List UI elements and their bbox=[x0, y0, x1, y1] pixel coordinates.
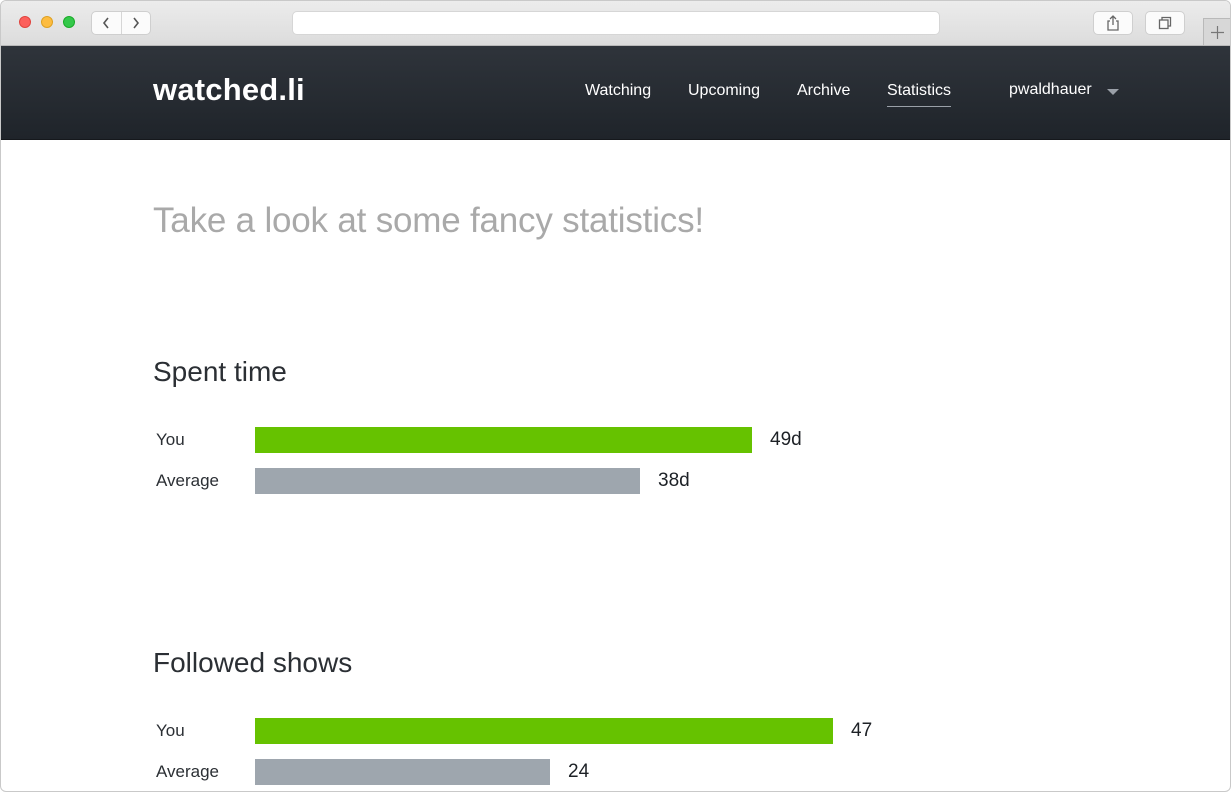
bar-value: 38d bbox=[658, 470, 690, 491]
bar-average bbox=[255, 759, 550, 785]
close-window-button[interactable] bbox=[19, 16, 31, 28]
bar-value: 49d bbox=[770, 429, 802, 450]
nav-watching[interactable]: Watching bbox=[585, 82, 651, 100]
nav-upcoming[interactable]: Upcoming bbox=[688, 82, 760, 100]
new-tab-button[interactable] bbox=[1203, 18, 1230, 45]
section-title-followed-shows: Followed shows bbox=[153, 647, 353, 678]
nav-archive[interactable]: Archive bbox=[797, 82, 850, 100]
site-logo[interactable]: watched.li bbox=[153, 72, 305, 108]
bar-value: 24 bbox=[568, 761, 590, 782]
row-label: You bbox=[156, 430, 185, 449]
row-label: Average bbox=[156, 762, 220, 781]
row-label: You bbox=[156, 721, 185, 740]
share-button[interactable] bbox=[1093, 11, 1133, 35]
user-menu[interactable]: pwaldhauer bbox=[1009, 81, 1092, 99]
tabs-icon bbox=[1158, 16, 1172, 30]
chevron-down-icon[interactable] bbox=[1107, 89, 1119, 95]
bar-average bbox=[255, 468, 640, 494]
row-label: Average bbox=[156, 471, 220, 490]
address-bar[interactable] bbox=[292, 11, 940, 35]
plus-icon bbox=[1210, 25, 1224, 39]
share-icon bbox=[1107, 15, 1119, 31]
show-tabs-button[interactable] bbox=[1145, 11, 1185, 35]
bar-you bbox=[255, 718, 833, 744]
site-header: watched.li Watching Upcoming Archive Sta… bbox=[1, 46, 1230, 140]
nav-statistics[interactable]: Statistics bbox=[887, 82, 952, 107]
forward-button[interactable] bbox=[120, 12, 151, 34]
zoom-window-button[interactable] bbox=[63, 16, 75, 28]
section-title-spent-time: Spent time bbox=[153, 356, 287, 387]
browser-toolbar bbox=[1, 1, 1230, 46]
back-button[interactable] bbox=[92, 12, 121, 34]
chevron-right-icon bbox=[133, 17, 139, 29]
bar-value: 47 bbox=[851, 720, 873, 741]
bar-you bbox=[255, 427, 752, 453]
browser-window: watched.li Watching Upcoming Archive Sta… bbox=[0, 0, 1231, 792]
history-navigation bbox=[91, 11, 151, 35]
chevron-left-icon bbox=[103, 17, 109, 29]
page-tagline: Take a look at some fancy statistics! bbox=[153, 201, 704, 240]
minimize-window-button[interactable] bbox=[41, 16, 53, 28]
